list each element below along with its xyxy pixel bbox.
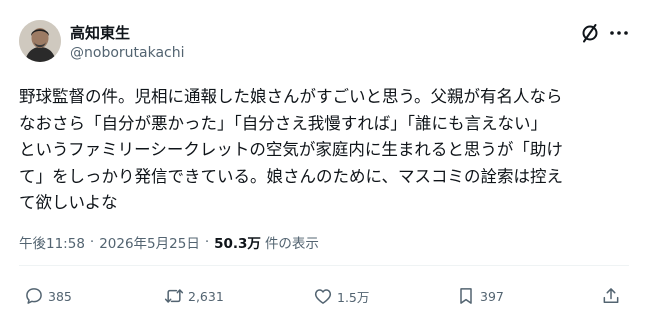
grok-icon[interactable] (579, 22, 601, 44)
post-time[interactable]: 午後11:58 (19, 232, 85, 252)
bookmark-count: 397 (480, 288, 504, 304)
meta-separator: · (204, 234, 210, 250)
like-count: 1.5万 (337, 289, 370, 305)
repost-button[interactable]: 2,631 (164, 286, 224, 306)
meta-separator: · (89, 234, 95, 250)
repost-count: 2,631 (188, 288, 224, 304)
post-meta: 午後11:58 · 2026年5月25日 · 50.3万 件の表示 (19, 232, 319, 252)
views-count[interactable]: 50.3万 (214, 232, 261, 252)
avatar[interactable] (19, 20, 61, 62)
post-date[interactable]: 2026年5月25日 (99, 232, 200, 252)
reply-button[interactable]: 385 (24, 286, 72, 306)
post-text-line: なおさら「自分が悪かった」「自分さえ我慢すれば」「誰にも言えない」 (19, 113, 547, 133)
bookmark-icon (460, 288, 472, 304)
reply-count: 385 (48, 288, 72, 304)
post-text-line: 野球監督の件。児相に通報した娘さんがすごいと思う。父親が有名人なら (19, 87, 563, 106)
post-text-line: て」をしっかり発信できている。娘さんのために、マスコミの詮索は控え (19, 166, 564, 186)
like-button[interactable]: 1.5万 (313, 286, 369, 306)
action-bar: 385 2,631 1.5万 397 (0, 286, 645, 312)
post-text-line: というファミリーシークレットの空気が家庭内に生まれると思うが「助け (19, 140, 563, 159)
bookmark-button[interactable]: 397 (456, 286, 504, 306)
views-label: 件の表示 (264, 236, 319, 252)
repost-icon (164, 289, 184, 303)
share-icon (603, 288, 619, 303)
reply-icon (26, 288, 42, 304)
like-icon (314, 289, 332, 304)
post-text-line: て欲しいよな (19, 193, 118, 212)
divider (19, 265, 629, 266)
share-button[interactable] (601, 286, 621, 306)
avatar-image (19, 20, 61, 62)
author-handle[interactable]: @noborutakachi (70, 45, 185, 61)
post-text: 野球監督の件。児相に通報した娘さんがすごいと思う。父親が有名人なら なおさら「自… (19, 84, 629, 217)
author-name[interactable]: 高知東生 (70, 22, 130, 43)
more-icon[interactable] (608, 22, 630, 44)
